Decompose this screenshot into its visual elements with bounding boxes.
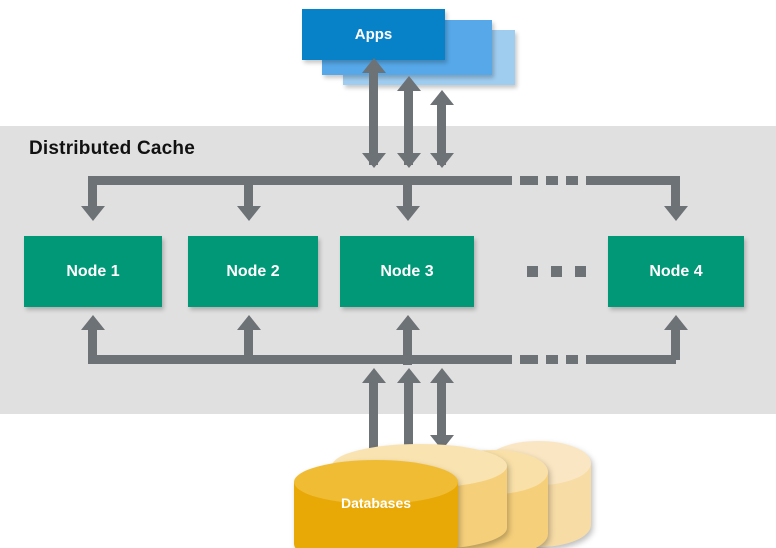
top-bus-dash-2 xyxy=(546,176,558,185)
top-bus-dash-1 xyxy=(520,176,538,185)
node-1-outbound-arrowhead xyxy=(81,315,105,330)
node-3-inbound-shaft xyxy=(403,176,412,208)
nodes-ellipsis-dot-3 xyxy=(575,266,586,277)
apps-link-a-arrowhead-up xyxy=(362,58,386,73)
bottom-bus-stem xyxy=(403,355,412,365)
db-link-c-arrowhead-up xyxy=(430,368,454,383)
cache-node-1[interactable]: Node 1 xyxy=(24,236,162,307)
node-3-inbound-arrowhead xyxy=(396,206,420,221)
bottom-bus-line xyxy=(88,355,512,364)
apps-link-a-shaft xyxy=(369,70,378,165)
node-2-inbound-arrowhead xyxy=(237,206,261,221)
apps-label: Apps xyxy=(354,26,393,43)
top-bus-line xyxy=(88,176,512,185)
node-1-inbound-shaft xyxy=(88,176,97,208)
cache-node-4-label: Node 4 xyxy=(649,262,703,280)
node-2-outbound-arrowhead xyxy=(237,315,261,330)
cache-node-2[interactable]: Node 2 xyxy=(188,236,318,307)
db-link-a-arrowhead-up xyxy=(362,368,386,383)
node-4-outbound-shaft xyxy=(671,328,680,360)
apps-link-c-arrowhead-down xyxy=(430,153,454,168)
bottom-bus-dash-2 xyxy=(546,355,558,364)
top-bus-dash-3 xyxy=(566,176,578,185)
bottom-bus-dash-1 xyxy=(520,355,538,364)
node-1-inbound-arrowhead xyxy=(81,206,105,221)
node-3-outbound-arrowhead xyxy=(396,315,420,330)
node-4-inbound-arrowhead xyxy=(664,206,688,221)
db-link-b-arrowhead-up xyxy=(397,368,421,383)
db-link-b-shaft xyxy=(404,380,413,454)
distributed-cache-label: Distributed Cache xyxy=(29,138,195,159)
cache-node-1-label: Node 1 xyxy=(66,262,120,280)
node-2-inbound-shaft xyxy=(244,176,253,208)
db-link-c-shaft xyxy=(437,380,446,437)
diagram-canvas: Distributed Cache Apps Node 1 Node 2 Nod… xyxy=(0,0,776,548)
apps-link-a-arrowhead-down xyxy=(362,153,386,168)
node-4-outbound-arrowhead xyxy=(664,315,688,330)
cache-node-3[interactable]: Node 3 xyxy=(340,236,474,307)
node-4-inbound-shaft xyxy=(671,176,680,208)
node-1-outbound-shaft xyxy=(88,328,97,360)
apps-link-c-arrowhead-up xyxy=(430,90,454,105)
apps-box-front[interactable]: Apps xyxy=(302,9,445,60)
cache-node-4[interactable]: Node 4 xyxy=(608,236,744,307)
bottom-bus-dash-3 xyxy=(566,355,578,364)
cache-node-2-label: Node 2 xyxy=(226,262,280,280)
apps-link-b-arrowhead-down xyxy=(397,153,421,168)
bottom-bus-line-right xyxy=(586,355,676,364)
nodes-ellipsis-dot-1 xyxy=(527,266,538,277)
cache-node-3-label: Node 3 xyxy=(380,262,434,280)
top-bus-line-right xyxy=(586,176,676,185)
nodes-ellipsis-dot-2 xyxy=(551,266,562,277)
databases-label: Databases xyxy=(340,495,412,511)
apps-link-b-arrowhead-up xyxy=(397,76,421,91)
node-2-outbound-shaft xyxy=(244,328,253,360)
